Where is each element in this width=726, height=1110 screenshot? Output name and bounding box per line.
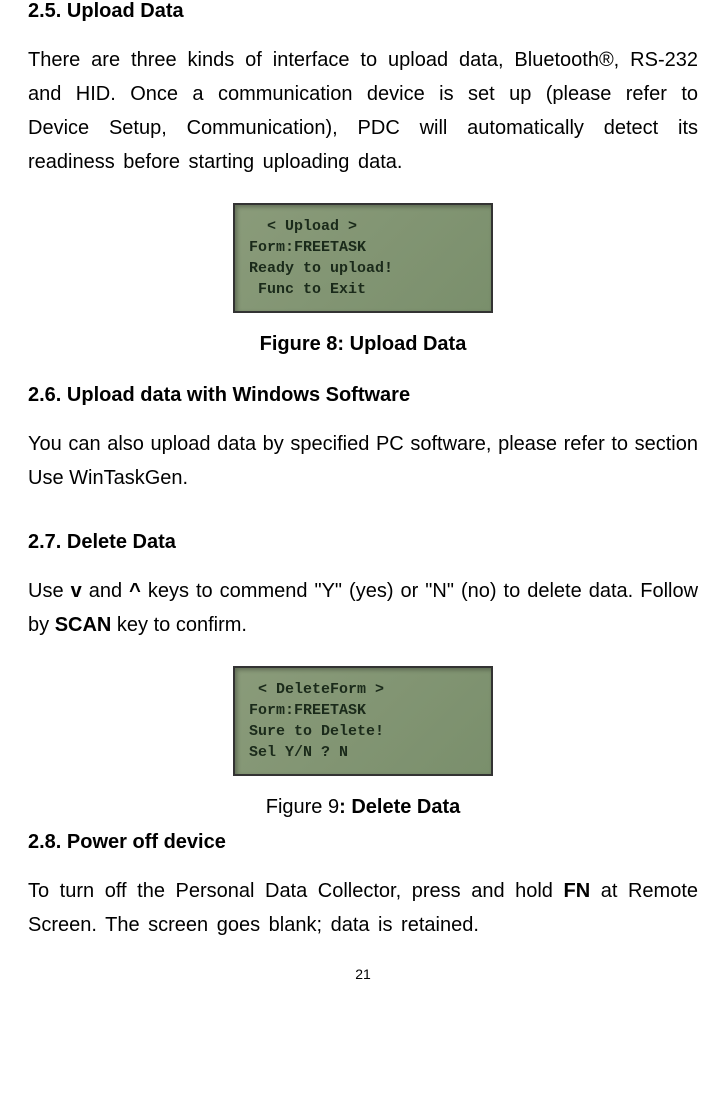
figure-9-image: < DeleteForm > Form:FREETASK Sure to Del… [28, 666, 698, 776]
figure-8-caption: Figure 8: Upload Data [28, 333, 698, 356]
lcd-screen-upload: < Upload > Form:FREETASK Ready to upload… [233, 203, 493, 313]
text-fragment: key to confirm. [111, 614, 247, 636]
text-fragment: Use [28, 580, 71, 602]
lcd-text-delete: < DeleteForm > Form:FREETASK Sure to Del… [249, 676, 477, 766]
figure-9-caption-prefix: Figure 9 [266, 796, 339, 818]
body-paragraph-2-7: Use v and ^ keys to commend "Y" (yes) or… [28, 574, 698, 642]
section-heading-2-6: 2.6. Upload data with Windows Software [28, 384, 698, 407]
key-label-v: v [71, 580, 82, 602]
lcd-screen-delete: < DeleteForm > Form:FREETASK Sure to Del… [233, 666, 493, 776]
lcd-text-upload: < Upload > Form:FREETASK Ready to upload… [249, 213, 477, 303]
lcd-line: Sel Y/N ? N [249, 742, 477, 763]
key-label-caret: ^ [129, 580, 141, 602]
text-fragment: and [82, 580, 129, 602]
section-heading-2-7: 2.7. Delete Data [28, 531, 698, 554]
body-paragraph-2-8: To turn off the Personal Data Collector,… [28, 874, 698, 942]
lcd-line: < Upload > [249, 216, 477, 237]
lcd-line: Ready to upload! [249, 258, 477, 279]
key-label-scan: SCAN [55, 614, 112, 636]
figure-9-caption: Figure 9: Delete Data [28, 796, 698, 819]
body-paragraph-2-6: You can also upload data by specified PC… [28, 427, 698, 495]
section-heading-2-8: 2.8. Power off device [28, 831, 698, 854]
lcd-line: Sure to Delete! [249, 721, 477, 742]
body-paragraph-2-5: There are three kinds of interface to up… [28, 43, 698, 179]
figure-8-image: < Upload > Form:FREETASK Ready to upload… [28, 203, 698, 313]
lcd-line: Func to Exit [249, 279, 477, 300]
figure-9-caption-bold: : Delete Data [339, 796, 460, 818]
lcd-line: < DeleteForm > [249, 679, 477, 700]
key-label-fn: FN [564, 880, 591, 902]
section-heading-2-5: 2.5. Upload Data [28, 0, 698, 23]
lcd-line: Form:FREETASK [249, 700, 477, 721]
page-number: 21 [28, 966, 698, 982]
lcd-line: Form:FREETASK [249, 237, 477, 258]
text-fragment: To turn off the Personal Data Collector,… [28, 880, 564, 902]
